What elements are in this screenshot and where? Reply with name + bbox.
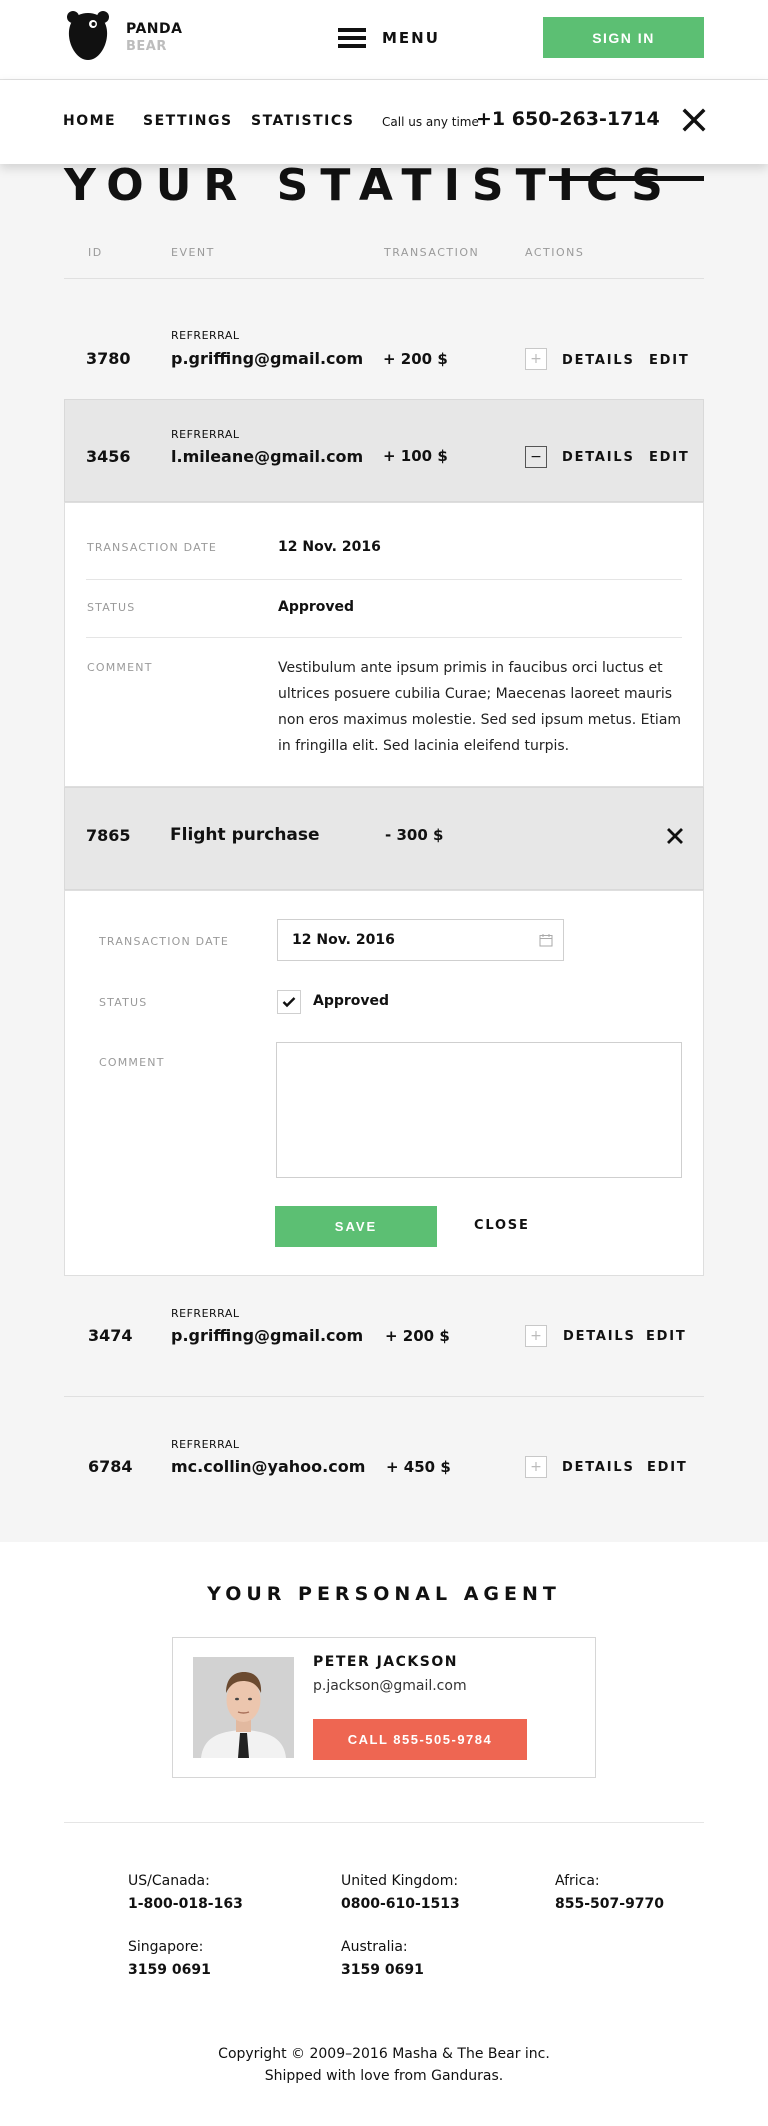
agent-email[interactable]: p.jackson@gmail.com xyxy=(313,1678,467,1694)
row-event-type: REFRERRAL xyxy=(171,428,240,441)
row-id: 6784 xyxy=(88,1457,133,1476)
column-header-id: ID xyxy=(88,246,103,259)
row-amount: + 200 $ xyxy=(385,1327,450,1345)
edit-link[interactable]: EDIT xyxy=(647,1460,688,1475)
agent-avatar xyxy=(193,1657,294,1758)
menu-label: MENU xyxy=(382,29,440,47)
nav-item-home[interactable]: HOME xyxy=(63,113,116,129)
location-name: United Kingdom: xyxy=(341,1873,459,1889)
detail-status-label: STATUS xyxy=(87,601,136,614)
call-us-text: Call us any time xyxy=(382,115,479,129)
detail-date-value: 12 Nov. 2016 xyxy=(278,539,381,555)
table-row-editing[interactable] xyxy=(64,787,704,890)
details-link[interactable]: DETAILS xyxy=(562,450,635,465)
panda-logo-icon[interactable] xyxy=(66,10,110,62)
brand-subname: BEAR xyxy=(126,39,167,54)
row-event-type: REFRERRAL xyxy=(171,1438,240,1451)
detail-divider xyxy=(86,579,682,580)
location-name: Australia: xyxy=(341,1939,408,1955)
detail-status-value: Approved xyxy=(278,599,355,615)
checkmark-icon xyxy=(282,997,296,1008)
copyright-text: Copyright © 2009–2016 Masha & The Bear i… xyxy=(218,2046,550,2062)
details-link[interactable]: DETAILS xyxy=(562,353,635,368)
column-header-transaction: TRANSACTION xyxy=(384,246,480,259)
row-id: 3474 xyxy=(88,1326,133,1345)
row-event-email: l.mileane@gmail.com xyxy=(171,447,364,466)
column-header-event: EVENT xyxy=(171,246,215,259)
location-name: US/Canada: xyxy=(128,1873,210,1889)
hamburger-icon xyxy=(338,28,366,48)
comment-textarea[interactable] xyxy=(276,1042,682,1178)
detail-comment-text: Vestibulum ante ipsum primis in faucibus… xyxy=(278,660,682,754)
edit-comment-label: COMMENT xyxy=(99,1056,165,1069)
edit-link[interactable]: EDIT xyxy=(646,1329,687,1344)
menu-button[interactable]: MENU xyxy=(338,25,440,51)
details-link[interactable]: DETAILS xyxy=(563,1329,636,1344)
details-link[interactable]: DETAILS xyxy=(562,1460,635,1475)
header-divider xyxy=(64,278,704,279)
row-amount: - 300 $ xyxy=(385,826,444,844)
transaction-date-value: 12 Nov. 2016 xyxy=(292,932,395,948)
sign-in-button[interactable]: SIGN IN xyxy=(543,17,704,58)
close-button[interactable]: CLOSE xyxy=(474,1218,530,1233)
row-id: 7865 xyxy=(86,826,131,845)
transaction-date-input[interactable]: 12 Nov. 2016 xyxy=(277,919,564,961)
column-header-actions: ACTIONS xyxy=(525,246,585,259)
nav-bar: HOME SETTINGS STATISTICS Call us any tim… xyxy=(0,80,768,164)
status-checkbox[interactable] xyxy=(277,990,301,1014)
agent-name: PETER JACKSON xyxy=(313,1654,458,1670)
location-phone[interactable]: 1-800-018-163 xyxy=(128,1896,243,1912)
location-phone[interactable]: 3159 0691 xyxy=(341,1962,424,1978)
nav-item-statistics[interactable]: STATISTICS xyxy=(251,113,355,129)
title-underline xyxy=(549,176,704,181)
page-title: YOUR STATISTICS xyxy=(64,160,675,211)
row-event-name: Flight purchase xyxy=(170,825,320,845)
row-event-email: p.griffing@gmail.com xyxy=(171,349,364,368)
location-name: Singapore: xyxy=(128,1939,204,1955)
edit-link[interactable]: EDIT xyxy=(649,353,690,368)
status-checkbox-label: Approved xyxy=(313,993,390,1009)
agent-section-title: YOUR PERSONAL AGENT xyxy=(207,1583,561,1605)
row-amount: + 200 $ xyxy=(383,350,448,368)
edit-link[interactable]: EDIT xyxy=(649,450,690,465)
row-event-email: mc.collin@yahoo.com xyxy=(171,1457,366,1476)
collapse-toggle-icon[interactable]: − xyxy=(525,446,547,468)
detail-divider xyxy=(86,637,682,638)
nav-item-settings[interactable]: SETTINGS xyxy=(143,113,233,129)
row-divider xyxy=(64,1396,704,1397)
row-id: 3456 xyxy=(86,447,131,466)
expand-toggle-icon[interactable]: + xyxy=(525,1456,547,1478)
row-id: 3780 xyxy=(86,349,131,368)
row-event-type: REFRERRAL xyxy=(171,1307,240,1320)
detail-date-label: TRANSACTION DATE xyxy=(87,541,218,554)
edit-date-label: TRANSACTION DATE xyxy=(99,935,230,948)
row-event-email: p.griffing@gmail.com xyxy=(171,1326,364,1345)
calendar-icon[interactable] xyxy=(539,933,553,947)
location-phone[interactable]: 3159 0691 xyxy=(128,1962,211,1978)
location-phone[interactable]: 0800-610-1513 xyxy=(341,1896,460,1912)
shipped-text: Shipped with love from Ganduras. xyxy=(264,2068,504,2084)
row-amount: + 450 $ xyxy=(386,1458,451,1476)
save-button[interactable]: SAVE xyxy=(275,1206,437,1247)
close-icon[interactable] xyxy=(666,827,684,845)
top-header: PANDA BEAR MENU SIGN IN xyxy=(0,0,768,80)
expand-toggle-icon[interactable]: + xyxy=(525,348,547,370)
call-agent-button[interactable]: CALL 855-505-9784 xyxy=(313,1719,527,1760)
phone-number[interactable]: +1 650-263-1714 xyxy=(476,108,660,130)
row-amount: + 100 $ xyxy=(383,447,448,465)
brand-name: PANDA xyxy=(126,21,183,37)
detail-comment-label: COMMENT xyxy=(87,661,153,674)
row-event-type: REFRERRAL xyxy=(171,329,240,342)
close-icon[interactable] xyxy=(680,106,708,134)
location-phone[interactable]: 855-507-9770 xyxy=(555,1896,664,1912)
edit-status-label: STATUS xyxy=(99,996,148,1009)
footer-divider xyxy=(64,1822,704,1823)
expand-toggle-icon[interactable]: + xyxy=(525,1325,547,1347)
page: PANDA BEAR MENU SIGN IN HOME SETTINGS ST… xyxy=(0,0,768,2126)
location-name: Africa: xyxy=(555,1873,600,1889)
